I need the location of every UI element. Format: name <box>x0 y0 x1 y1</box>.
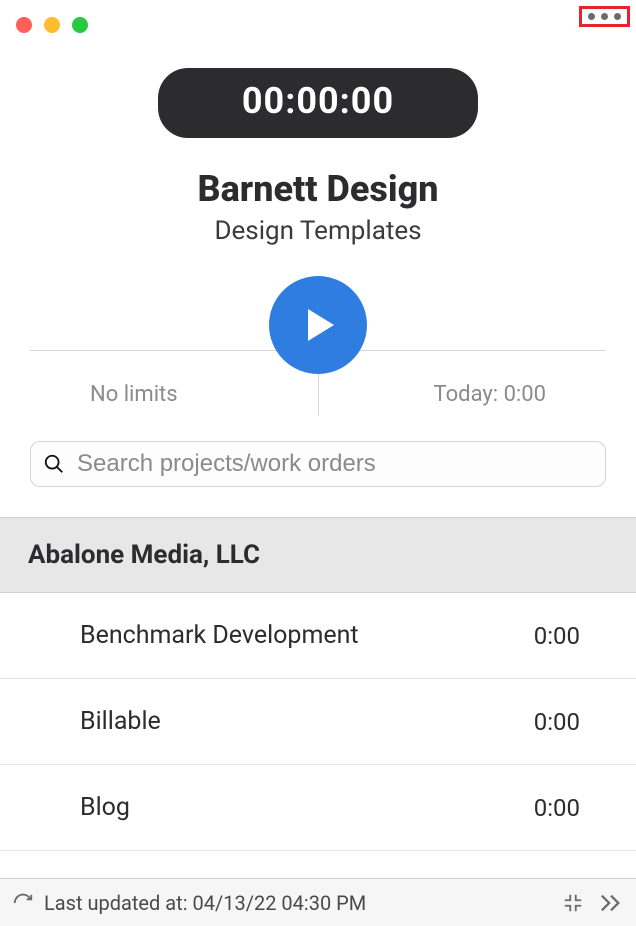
traffic-lights <box>8 17 88 33</box>
expand-button[interactable] <box>598 892 624 914</box>
project-row-label: Billable <box>80 707 161 736</box>
ellipsis-icon <box>614 13 621 20</box>
ellipsis-icon <box>588 13 595 20</box>
timer-display: 00:00:00 <box>158 68 478 138</box>
compact-mode-button[interactable] <box>562 892 584 914</box>
search-icon <box>43 453 65 475</box>
project-subtitle: Design Templates <box>0 216 636 246</box>
status-bar: Last updated at: 04/13/22 04:30 PM <box>0 878 636 926</box>
fullscreen-window-button[interactable] <box>72 17 88 33</box>
window-titlebar <box>0 0 636 50</box>
project-row[interactable]: Benchmark Development 0:00 <box>0 593 636 679</box>
play-icon <box>298 305 338 345</box>
chevron-double-right-icon <box>598 892 624 914</box>
project-row-label: Benchmark Development <box>80 621 359 650</box>
project-row-time: 0:00 <box>534 622 580 650</box>
search-field[interactable] <box>30 441 606 487</box>
project-title: Barnett Design <box>0 168 636 210</box>
collapse-icon <box>562 892 584 914</box>
more-menu-highlight <box>579 6 630 27</box>
play-button[interactable] <box>269 276 367 374</box>
more-menu-button[interactable] <box>588 13 621 20</box>
project-row-time: 0:00 <box>534 794 580 822</box>
search-input[interactable] <box>77 450 593 478</box>
ellipsis-icon <box>601 13 608 20</box>
refresh-button[interactable] <box>12 892 34 914</box>
today-label: Today: 0:00 <box>434 382 546 407</box>
divider <box>318 372 319 416</box>
minimize-window-button[interactable] <box>44 17 60 33</box>
project-row[interactable]: Billable 0:00 <box>0 679 636 765</box>
close-window-button[interactable] <box>16 17 32 33</box>
limits-label: No limits <box>90 382 178 407</box>
project-row[interactable]: Blog 0:00 <box>0 765 636 851</box>
project-row-label: Blog <box>80 793 130 822</box>
client-section-header: Abalone Media, LLC <box>0 517 636 593</box>
project-row-time: 0:00 <box>534 708 580 736</box>
last-updated-label: Last updated at: 04/13/22 04:30 PM <box>44 891 366 915</box>
refresh-icon <box>12 892 34 914</box>
current-project-block: Barnett Design Design Templates <box>0 168 636 246</box>
